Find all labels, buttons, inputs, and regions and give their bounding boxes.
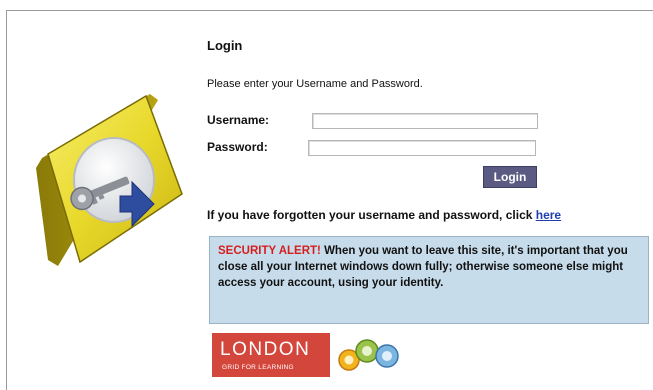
password-input[interactable] xyxy=(308,140,536,156)
security-alert-heading: SECURITY ALERT! xyxy=(218,245,321,257)
username-label: Username: xyxy=(207,113,270,127)
forgot-credentials-text: If you have forgotten your username and … xyxy=(207,208,561,222)
london-tagline-text: GRID FOR LEARNING xyxy=(222,364,294,371)
london-brand-text: LONDON xyxy=(220,339,311,360)
login-instruction: Please enter your Username and Password. xyxy=(207,78,423,90)
key-arrow-icon xyxy=(36,94,183,266)
gfl-mark-icon xyxy=(338,339,399,371)
username-input[interactable] xyxy=(312,113,538,129)
login-button[interactable]: Login xyxy=(483,166,537,188)
page-title: Login xyxy=(207,38,243,53)
forgot-here-link[interactable]: here xyxy=(536,208,561,222)
forgot-text: If you have forgotten your username and … xyxy=(207,208,536,222)
london-grid-logo[interactable]: LONDON GRID FOR LEARNING xyxy=(212,333,330,377)
security-alert-box: SECURITY ALERT! When you want to leave t… xyxy=(209,236,649,324)
password-label: Password: xyxy=(207,140,268,154)
